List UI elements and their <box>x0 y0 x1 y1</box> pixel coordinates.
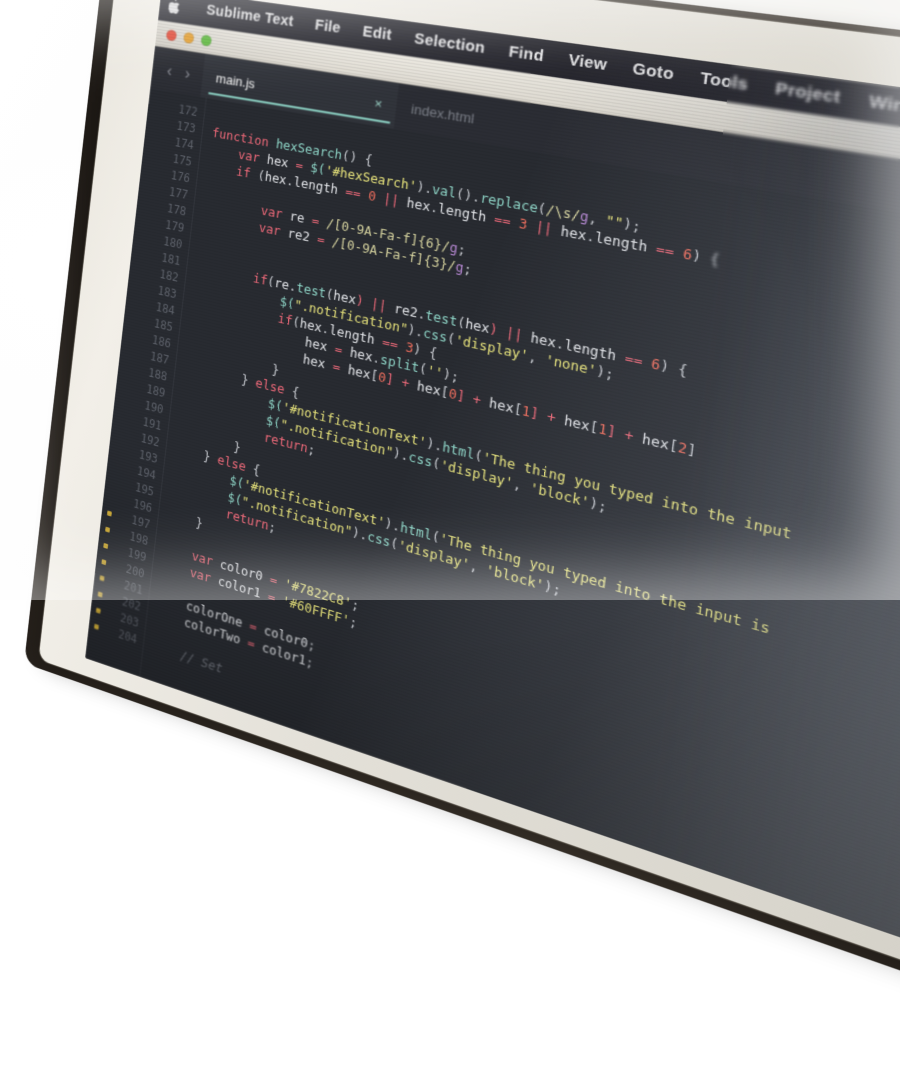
code-token: ; <box>306 440 317 458</box>
nav-back-icon[interactable]: ‹ <box>166 60 173 79</box>
apple-logo-icon[interactable] <box>167 0 185 16</box>
close-window-button[interactable] <box>165 28 178 41</box>
code-token: , <box>587 208 607 229</box>
menu-item-file[interactable]: File <box>302 8 353 48</box>
code-token: hex <box>264 168 288 188</box>
code-token: ). <box>415 178 434 197</box>
modified-line-marker <box>99 575 105 582</box>
modified-line-marker <box>97 591 103 598</box>
code-editor[interactable]: 172 173 174 175 176 177 178 179 180 181 182 183 184 1… <box>85 88 900 1013</box>
nav-forward-icon[interactable]: › <box>184 63 191 82</box>
menu-item-edit[interactable]: Edit <box>350 14 405 55</box>
laptop-screen: Sublime Text File Edit Selection Find Vi… <box>85 0 900 1013</box>
code-token: hex <box>559 222 588 244</box>
zoom-window-button[interactable] <box>200 33 213 47</box>
code-token: ; <box>305 653 315 671</box>
tab-label: main.js <box>215 70 256 91</box>
code-token: ); <box>622 214 642 235</box>
modified-line-marker <box>105 526 111 533</box>
code-token: ; <box>456 240 467 258</box>
code-token: ); <box>543 577 563 599</box>
minimize-window-button[interactable] <box>183 31 195 44</box>
code-token: ); <box>595 362 615 383</box>
tab-label: index.html <box>410 100 476 127</box>
modified-line-marker <box>103 542 109 549</box>
modified-line-marker <box>94 623 99 630</box>
code-token: ) { <box>691 246 721 269</box>
modified-line-marker <box>95 607 101 614</box>
modified-line-marker <box>101 559 107 566</box>
modified-line-marker <box>106 510 112 517</box>
code-token: ; <box>307 635 317 654</box>
code-token: ; <box>350 595 361 614</box>
code-token: if <box>235 163 259 183</box>
code-token: hex <box>405 194 432 215</box>
close-icon[interactable]: × <box>374 95 384 112</box>
code-token: re2 <box>286 225 311 245</box>
code-token: ; <box>267 518 277 536</box>
code-token: = <box>308 229 333 250</box>
code-token: ); <box>588 494 608 515</box>
code-token: ; <box>462 259 473 278</box>
code-token: ; <box>348 612 358 631</box>
code-token: ] <box>686 440 698 460</box>
laptop-device: Sublime Text File Edit Selection Find Vi… <box>24 0 900 1068</box>
